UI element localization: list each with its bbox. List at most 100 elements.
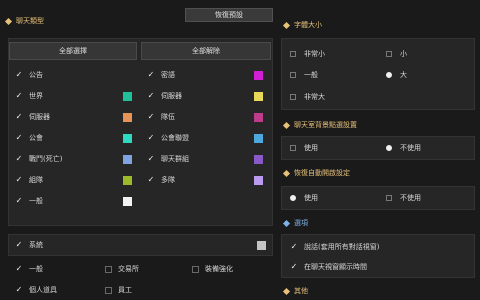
chat-type-title: 聊天類型: [16, 17, 44, 25]
select-all-button[interactable]: 全部選擇: [9, 42, 137, 60]
font-size-option[interactable]: 大: [386, 69, 407, 81]
channel-item-3[interactable]: ✓ 伺服器: [15, 111, 50, 123]
channel-item-b1-label: 密語: [161, 71, 175, 79]
bubble-use-label: 使用: [304, 144, 318, 152]
checkbox-icon: [192, 265, 199, 273]
channel-item-b5[interactable]: ✓ 聊天群組: [147, 153, 189, 165]
checkbox-icon: [105, 265, 112, 273]
effect-use-option[interactable]: 使用: [290, 192, 318, 204]
channel-item-b4-label: 公會聯盟: [161, 134, 189, 142]
font-size-option[interactable]: 非常大: [290, 91, 325, 103]
channel-item-b4[interactable]: ✓ 公會聯盟: [147, 132, 189, 144]
system-sub-2-label: 交易所: [118, 265, 139, 273]
channel-item-b2[interactable]: ✓ 伺服器: [147, 90, 182, 102]
channel-color-swatch[interactable]: [254, 176, 263, 185]
channel-item-6[interactable]: ✓ 組隊: [15, 174, 43, 186]
system-sub-3[interactable]: 裝備強化: [192, 263, 233, 275]
channel-item-4[interactable]: ✓ 公會: [15, 132, 43, 144]
font-size-option-label: 大: [400, 71, 407, 79]
channel-item-b6-label: 多隊: [161, 176, 175, 184]
bubble-use-option[interactable]: 使用: [290, 142, 318, 154]
system-sub-5[interactable]: 員工: [105, 284, 132, 296]
channel-item-5-label: 戰鬥(死亡): [29, 155, 63, 163]
channel-item-6-label: 組隊: [29, 176, 43, 184]
radio-icon: [290, 195, 296, 201]
channel-list-box: [8, 38, 273, 226]
channel-color-swatch[interactable]: [254, 113, 263, 122]
system-sub-1[interactable]: ✓ 一般: [15, 263, 43, 275]
options-title: 選項: [294, 219, 308, 227]
option-item-1[interactable]: ✓ 說話(套用所有對話視窗): [290, 241, 380, 253]
options-header: 選項: [281, 216, 308, 230]
checkmark-icon: ✓: [15, 196, 23, 205]
channel-item-b6[interactable]: ✓ 多隊: [147, 174, 175, 186]
checkmark-icon: ✓: [15, 91, 23, 100]
system-row[interactable]: ✓ 系統: [15, 239, 43, 251]
font-size-option-label: 小: [400, 50, 407, 58]
diamond-icon: [282, 21, 291, 29]
option-item-1-label: 說話(套用所有對話視窗): [304, 243, 380, 251]
checkmark-icon: ✓: [147, 175, 155, 184]
channel-color-swatch[interactable]: [123, 197, 132, 206]
radio-icon: [290, 51, 296, 57]
channel-item-1[interactable]: ✓ 公告: [15, 69, 43, 81]
channel-color-swatch[interactable]: [254, 71, 263, 80]
channel-item-7-label: 一般: [29, 197, 43, 205]
checkmark-icon: ✓: [147, 112, 155, 121]
channel-color-swatch[interactable]: [123, 176, 132, 185]
clear-all-button[interactable]: 全部解除: [141, 42, 271, 60]
font-size-option[interactable]: 非常小: [290, 48, 325, 60]
system-sub-5-label: 員工: [118, 286, 132, 294]
radio-icon: [386, 72, 392, 78]
checkmark-icon: ✓: [290, 242, 298, 251]
system-color-swatch[interactable]: [257, 241, 266, 250]
bubble-nouse-option[interactable]: 不使用: [386, 142, 421, 154]
effect-nouse-label: 不使用: [400, 194, 421, 202]
checkmark-icon: ✓: [15, 240, 23, 249]
channel-color-swatch[interactable]: [123, 134, 132, 143]
reset-default-button[interactable]: 恢復預設: [185, 8, 273, 22]
checkmark-icon: ✓: [15, 112, 23, 121]
bubble-header: 聊天室背景點選設置: [281, 118, 357, 132]
channel-color-swatch[interactable]: [123, 155, 132, 164]
option-item-2-label: 在聊天視窗顯示時間: [304, 263, 367, 271]
checkbox-icon: [105, 286, 112, 294]
effect-title: 恢復自動開啟設定: [294, 169, 350, 177]
channel-color-swatch[interactable]: [254, 92, 263, 101]
other-header: 其他: [281, 284, 308, 298]
system-sub-2[interactable]: 交易所: [105, 263, 139, 275]
checkmark-icon: ✓: [15, 264, 23, 273]
channel-item-b1[interactable]: ✓ 密語: [147, 69, 175, 81]
channel-color-swatch[interactable]: [254, 155, 263, 164]
chat-type-header: 聊天類型: [3, 14, 44, 28]
channel-item-5[interactable]: ✓ 戰鬥(死亡): [15, 153, 63, 165]
channel-item-1-label: 公告: [29, 71, 43, 79]
channel-color-swatch[interactable]: [254, 134, 263, 143]
system-label: 系統: [29, 241, 43, 249]
option-item-2[interactable]: ✓ 在聊天視窗顯示時間: [290, 261, 367, 273]
channel-item-2[interactable]: ✓ 世界: [15, 90, 43, 102]
system-sub-4[interactable]: ✓ 個人道具: [15, 284, 57, 296]
radio-icon: [290, 145, 296, 151]
diamond-icon: [282, 121, 291, 129]
channel-color-swatch[interactable]: [123, 92, 132, 101]
checkmark-icon: ✓: [15, 70, 23, 79]
radio-icon: [386, 51, 392, 57]
effect-header: 恢復自動開啟設定: [281, 166, 350, 180]
channel-color-swatch[interactable]: [123, 113, 132, 122]
font-size-option[interactable]: 一般: [290, 69, 318, 81]
effect-nouse-option[interactable]: 不使用: [386, 192, 421, 204]
font-size-option-label: 一般: [304, 71, 318, 79]
channel-item-3-label: 伺服器: [29, 113, 50, 121]
font-size-option[interactable]: 小: [386, 48, 407, 60]
diamond-icon: [282, 169, 291, 177]
font-size-header: 字體大小: [281, 18, 322, 32]
system-sub-3-label: 裝備強化: [205, 265, 233, 273]
radio-icon: [290, 94, 296, 100]
system-sub-1-label: 一般: [29, 265, 43, 273]
bubble-title: 聊天室背景點選設置: [294, 121, 357, 129]
channel-item-7[interactable]: ✓ 一般: [15, 195, 43, 207]
checkmark-icon: ✓: [147, 91, 155, 100]
checkmark-icon: ✓: [15, 154, 23, 163]
channel-item-b3[interactable]: ✓ 隊伍: [147, 111, 175, 123]
